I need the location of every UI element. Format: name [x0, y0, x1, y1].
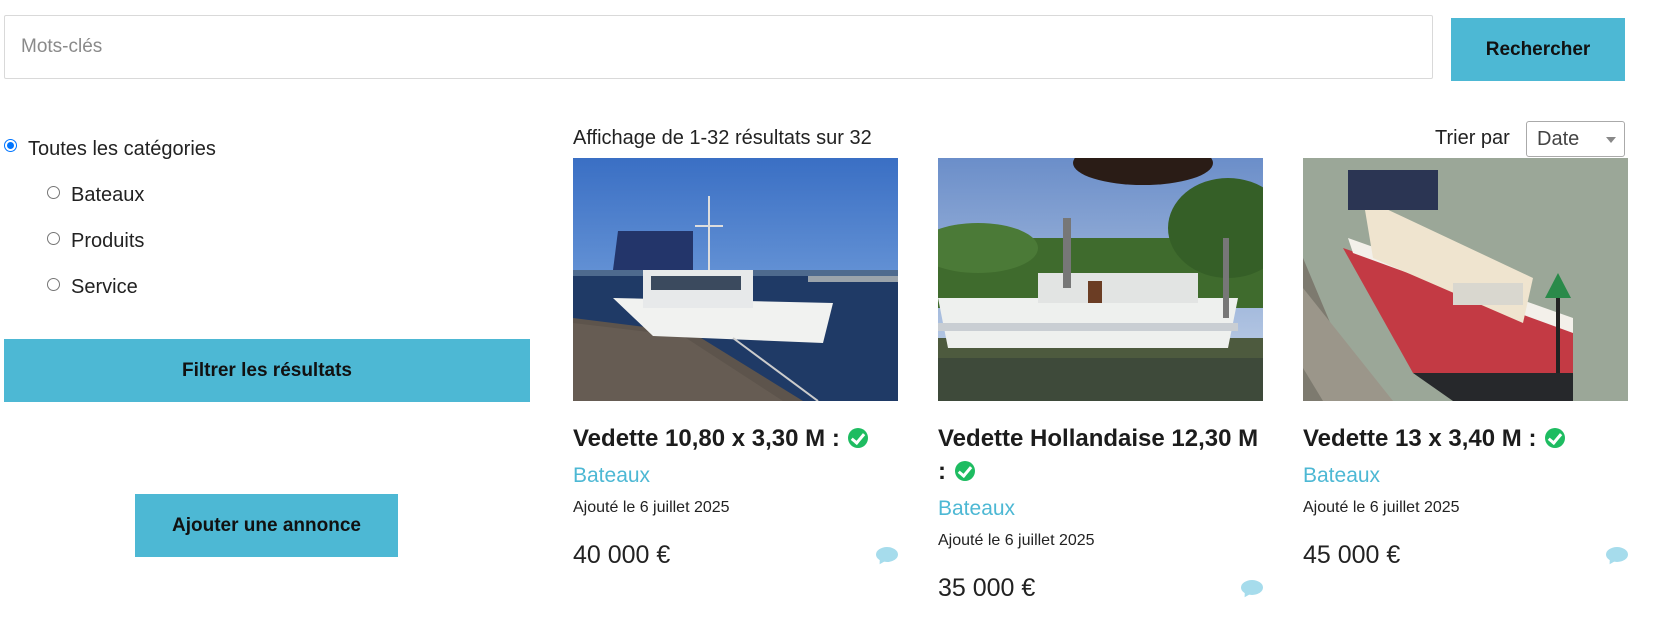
listing-date: Ajouté le 6 juillet 2025	[573, 499, 730, 516]
listing-title-text[interactable]: Vedette 10,80 x 3,30 M :	[573, 425, 840, 452]
listing-category[interactable]: Bateaux	[573, 464, 898, 488]
listing-photo[interactable]	[1303, 158, 1628, 401]
category-option-produits[interactable]: Produits	[4, 218, 524, 264]
radio-icon[interactable]	[47, 185, 60, 199]
listing-title[interactable]: Vedette 13 x 3,40 M :	[1303, 422, 1628, 455]
listing-title-text[interactable]: Vedette 13 x 3,40 M :	[1303, 425, 1536, 452]
listing-card[interactable]: Vedette 13 x 3,40 M : Bateaux Ajouté le …	[1303, 158, 1628, 570]
category-option-label: Toutes les catégories	[28, 137, 216, 160]
check-circle-icon	[848, 428, 869, 448]
boat-photo-image	[938, 158, 1263, 401]
chat-bubble-icon[interactable]	[1606, 546, 1628, 566]
boat-photo-image	[1303, 158, 1628, 401]
category-option-label: Bateaux	[71, 183, 145, 206]
radio-icon[interactable]	[47, 231, 60, 245]
listing-title[interactable]: Vedette Hollandaise 12,30 M :	[938, 422, 1263, 488]
check-circle-icon	[1545, 428, 1566, 448]
listing-category[interactable]: Bateaux	[1303, 464, 1628, 488]
listing-card[interactable]: Vedette 10,80 x 3,30 M : Bateaux Ajouté …	[573, 158, 898, 570]
filter-results-button[interactable]: Filtrer les résultats	[4, 339, 530, 402]
category-option-label: Produits	[71, 229, 145, 252]
chat-bubble-icon[interactable]	[1241, 579, 1263, 599]
category-filter: Toutes les catégories Bateaux Produits S…	[4, 126, 524, 310]
check-circle-icon	[954, 461, 975, 481]
sort-value: Date	[1537, 128, 1580, 150]
listing-title-text[interactable]: Vedette Hollandaise 12,30 M :	[938, 425, 1258, 485]
listing-price: 45 000 €	[1303, 541, 1401, 569]
listing-card[interactable]: Vedette Hollandaise 12,30 M : Bateaux Aj…	[938, 158, 1263, 603]
listing-title[interactable]: Vedette 10,80 x 3,30 M :	[573, 422, 898, 455]
category-option-bateaux[interactable]: Bateaux	[4, 172, 524, 218]
radio-icon[interactable]	[47, 277, 60, 291]
listing-price: 35 000 €	[938, 574, 1036, 602]
listing-date: Ajouté le 6 juillet 2025	[938, 532, 1095, 549]
listing-photo[interactable]	[938, 158, 1263, 401]
chat-bubble-icon[interactable]	[876, 546, 898, 566]
category-option-service[interactable]: Service	[4, 264, 524, 310]
category-option-label: Service	[71, 275, 138, 298]
radio-checked-icon[interactable]	[4, 138, 17, 152]
listing-date: Ajouté le 6 juillet 2025	[1303, 499, 1460, 516]
listing-photo[interactable]	[573, 158, 898, 401]
results-count: Affichage de 1-32 résultats sur 32	[573, 127, 872, 149]
listing-price: 40 000 €	[573, 541, 671, 569]
add-listing-button[interactable]: Ajouter une annonce	[135, 494, 398, 557]
category-option-all[interactable]: Toutes les catégories	[4, 126, 524, 172]
sort-select[interactable]: Date	[1526, 121, 1625, 157]
search-button[interactable]: Rechercher	[1451, 18, 1625, 81]
chevron-down-icon	[1606, 137, 1616, 143]
boat-photo-image	[573, 158, 898, 401]
search-input[interactable]	[4, 15, 1433, 79]
listing-category[interactable]: Bateaux	[938, 497, 1263, 521]
sort-label: Trier par	[1435, 127, 1510, 149]
